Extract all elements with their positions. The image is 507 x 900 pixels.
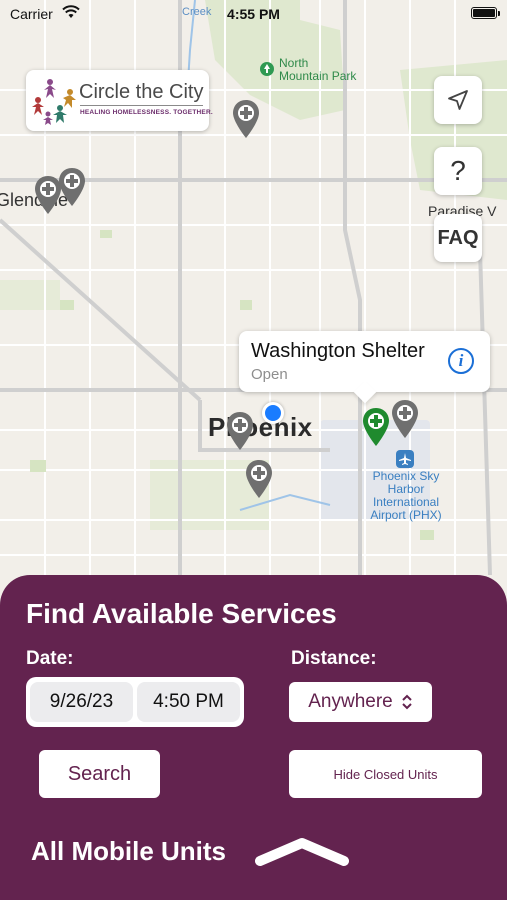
faq-button[interactable]: FAQ	[434, 214, 482, 262]
faq-label: FAQ	[437, 226, 479, 249]
distance-select[interactable]: Anywhere	[289, 682, 432, 722]
search-panel: Find Available Services Date: Distance: …	[0, 575, 507, 900]
location-pin-selected[interactable]	[362, 407, 390, 447]
callout-status: Open	[251, 366, 288, 383]
info-icon[interactable]: i	[448, 348, 474, 374]
park-label: North Mountain Park	[279, 56, 357, 83]
shelter-callout[interactable]: Washington Shelter Open i	[239, 331, 490, 392]
help-label: ?	[450, 155, 466, 186]
panel-title: Find Available Services	[26, 598, 337, 629]
date-picker[interactable]: 9/26/23	[30, 682, 133, 722]
hide-closed-units-button[interactable]: Hide Closed Units	[289, 750, 482, 798]
search-button[interactable]: Search	[39, 750, 160, 798]
distance-value: Anywhere	[308, 691, 393, 712]
location-pin-south[interactable]	[245, 459, 273, 499]
location-arrow-icon	[448, 90, 468, 110]
up-down-chevron-icon	[402, 694, 412, 710]
help-button[interactable]: ?	[434, 147, 482, 195]
clock-time: 4:55 PM	[227, 6, 280, 22]
date-time-picker: 9/26/23 4:50 PM	[26, 677, 244, 727]
logo-figures-icon	[32, 79, 76, 125]
callout-title: Washington Shelter	[251, 340, 425, 362]
mobile-units-label: All Mobile Units	[31, 836, 226, 866]
logo-title: Circle the City	[79, 81, 204, 103]
circle-the-city-logo: Circle the City HEALING HOMELESSNESS. TO…	[26, 70, 213, 131]
locate-me-button[interactable]	[434, 76, 482, 124]
logo-divider	[80, 105, 203, 106]
airport-label: Phoenix Sky Harbor International Airport…	[370, 469, 442, 522]
location-pin-glendale-2[interactable]	[58, 167, 86, 207]
location-pin-east[interactable]	[391, 399, 419, 439]
user-location-dot	[262, 402, 284, 424]
battery-icon	[471, 7, 500, 19]
date-label: Date:	[26, 648, 74, 669]
logo-tagline: HEALING HOMELESSNESS. TOGETHER.	[80, 109, 213, 116]
status-bar: Carrier 4:55 PM	[0, 0, 507, 28]
phoenix-label: Phoenix	[208, 412, 313, 442]
location-pin-north[interactable]	[232, 99, 260, 139]
location-pin-phoenix[interactable]	[226, 411, 254, 451]
time-picker[interactable]: 4:50 PM	[137, 682, 240, 722]
distance-label: Distance:	[291, 648, 377, 669]
chevron-up-icon[interactable]	[252, 833, 352, 869]
